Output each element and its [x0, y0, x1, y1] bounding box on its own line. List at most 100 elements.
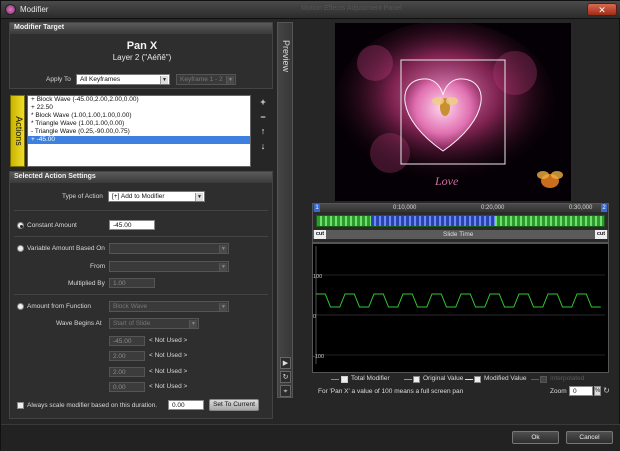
- param-note: < Not Used >: [149, 352, 188, 359]
- list-item[interactable]: * Triangle Wave (1.00,1.00,0.00): [28, 120, 250, 128]
- loop-icon[interactable]: ↻: [280, 371, 291, 383]
- list-item[interactable]: + Block Wave (-45.00,2.00,2.00,0.00): [28, 96, 250, 104]
- wave-begins-select[interactable]: Start of Slide ▼: [109, 318, 199, 329]
- timeline-tick: 0:10,000: [393, 205, 417, 211]
- background-window-title: Motion Effects Adjustment Panel: [301, 5, 402, 12]
- total-modifier-line: [316, 293, 601, 308]
- actions-bar-label: Actions: [14, 116, 24, 146]
- function-select[interactable]: Block Wave ▼: [109, 301, 229, 312]
- chevron-down-icon: ▼: [219, 303, 227, 311]
- preview-strip: Preview ▶ ↻ ⌖: [277, 22, 293, 398]
- add-action-icon[interactable]: +: [258, 97, 268, 107]
- set-to-current-button[interactable]: Set To Current: [209, 399, 259, 411]
- left-cut-button[interactable]: cut: [314, 230, 326, 239]
- divider: [14, 236, 268, 237]
- timeline-tick: 0:30,000: [569, 205, 593, 211]
- multiplied-by-input[interactable]: 1.00: [109, 278, 155, 288]
- apply-to-select[interactable]: All Keyframes ▼: [76, 74, 170, 85]
- play-icon[interactable]: ▶: [280, 357, 291, 369]
- settings-header: Selected Action Settings: [10, 172, 272, 183]
- original-value-label: Original Value: [423, 375, 464, 382]
- close-button[interactable]: ✕: [587, 3, 617, 16]
- interpolated-label: Interpolated: [550, 375, 585, 382]
- param-note: < Not Used >: [149, 337, 188, 344]
- modified-value-label: Modified Value: [484, 375, 527, 382]
- list-item[interactable]: + 22.50: [28, 104, 250, 112]
- keyframe-select[interactable]: Keyframe 1 - 2 ▼: [176, 74, 236, 85]
- param-input[interactable]: 2.00: [109, 367, 145, 377]
- chevron-down-icon: ▼: [195, 193, 203, 201]
- variable-amount-radio[interactable]: [17, 245, 24, 252]
- right-cut-button[interactable]: cut: [595, 230, 607, 239]
- interpolated-swatch: [531, 379, 539, 380]
- constant-amount-radio[interactable]: [17, 222, 24, 229]
- move-up-icon[interactable]: ↑: [258, 126, 268, 136]
- list-item-selected[interactable]: + -45.00: [28, 136, 250, 144]
- constant-amount-input[interactable]: -45.00: [109, 220, 155, 230]
- title-bar: Modifier Motion Effects Adjustment Panel…: [1, 1, 620, 19]
- cancel-button[interactable]: Cancel: [566, 431, 613, 444]
- total-modifier-label: Total Modifier: [351, 375, 390, 382]
- settings-panel: Selected Action Settings Type of Action …: [9, 171, 273, 419]
- total-modifier-checkbox[interactable]: [341, 376, 348, 383]
- app-icon: [5, 4, 16, 15]
- end-marker[interactable]: 2: [601, 204, 607, 212]
- chevron-down-icon: ▼: [219, 245, 227, 253]
- apply-to-label: Apply To: [46, 76, 71, 83]
- interpolated-checkbox[interactable]: [540, 376, 547, 383]
- chevron-down-icon: ▼: [160, 76, 168, 84]
- actions-bar: Actions: [10, 95, 25, 167]
- modifier-graph: 100 0 -100: [312, 243, 609, 373]
- y-tick-label: 100: [313, 274, 322, 280]
- slide-time-label: Slide Time: [443, 231, 474, 238]
- constant-amount-label: Constant Amount: [27, 222, 77, 229]
- selected-range[interactable]: [371, 216, 495, 226]
- remove-action-icon[interactable]: −: [258, 112, 268, 122]
- function-amount-label: Amount from Function: [27, 303, 91, 310]
- param-input[interactable]: 0.00: [109, 382, 145, 392]
- preview-caption: Love: [434, 174, 459, 188]
- footer-bar: Ok Cancel: [1, 424, 620, 451]
- param-note: < Not Used >: [149, 383, 188, 390]
- original-value-checkbox[interactable]: [413, 376, 420, 383]
- modified-value-swatch: [465, 379, 473, 380]
- scale-duration-label: Always scale modifier based on this dura…: [27, 402, 158, 409]
- modifier-target-panel: Modifier Target Pan X Layer 2 ("Aéñê") A…: [9, 22, 273, 89]
- modified-value-checkbox[interactable]: [474, 376, 481, 383]
- modifier-target-header: Modifier Target: [10, 23, 272, 34]
- list-item[interactable]: - Triangle Wave (0.25,-90.00,0.75): [28, 128, 250, 136]
- graph-plot: 100 0 -100: [313, 246, 605, 364]
- y-tick-label: 0: [313, 314, 316, 320]
- param-input[interactable]: 2.00: [109, 351, 145, 361]
- zoom-reset-icon[interactable]: ↻: [602, 386, 611, 396]
- preview-label: Preview: [281, 39, 291, 72]
- timeline[interactable]: 1 2 0:10,000 0:20,000 0:30,000 Slide Tim…: [312, 203, 609, 243]
- type-of-action-select[interactable]: [+] Add to Modifier ▼: [108, 191, 205, 202]
- actions-list[interactable]: + Block Wave (-45.00,2.00,2.00,0.00) + 2…: [27, 95, 251, 167]
- pin-icon[interactable]: ⌖: [280, 385, 291, 397]
- scale-duration-input[interactable]: 0.00: [168, 400, 204, 410]
- preview-artwork: Love: [335, 23, 571, 201]
- chevron-down-icon: ▼: [189, 320, 197, 328]
- original-value-swatch: [404, 379, 412, 380]
- multiplied-by-label: Multiplied By: [68, 280, 105, 287]
- param-input[interactable]: -45.00: [109, 336, 145, 346]
- list-item[interactable]: * Block Wave (1.00,1.00,1.00,0.00): [28, 112, 250, 120]
- start-marker[interactable]: 1: [314, 204, 320, 212]
- type-of-action-label: Type of Action: [62, 193, 103, 200]
- scale-duration-checkbox[interactable]: [17, 402, 24, 409]
- from-select[interactable]: ▼: [109, 261, 229, 272]
- total-modifier-swatch: [331, 379, 339, 380]
- ok-button[interactable]: Ok: [512, 431, 559, 444]
- function-amount-radio[interactable]: [17, 303, 24, 310]
- wave-begins-label: Wave Begins At: [56, 320, 102, 327]
- chevron-down-icon: ▼: [226, 76, 234, 84]
- move-down-icon[interactable]: ↓: [258, 141, 268, 151]
- variable-amount-select[interactable]: ▼: [109, 243, 229, 254]
- param-note: < Not Used >: [149, 368, 188, 375]
- zoom-label: Zoom: [550, 388, 567, 395]
- chevron-down-icon: ▼: [219, 263, 227, 271]
- pan-note: For 'Pan X' a value of 100 means a full …: [318, 388, 464, 395]
- zoom-input[interactable]: 0: [569, 386, 593, 396]
- window-title: Modifier: [20, 5, 49, 14]
